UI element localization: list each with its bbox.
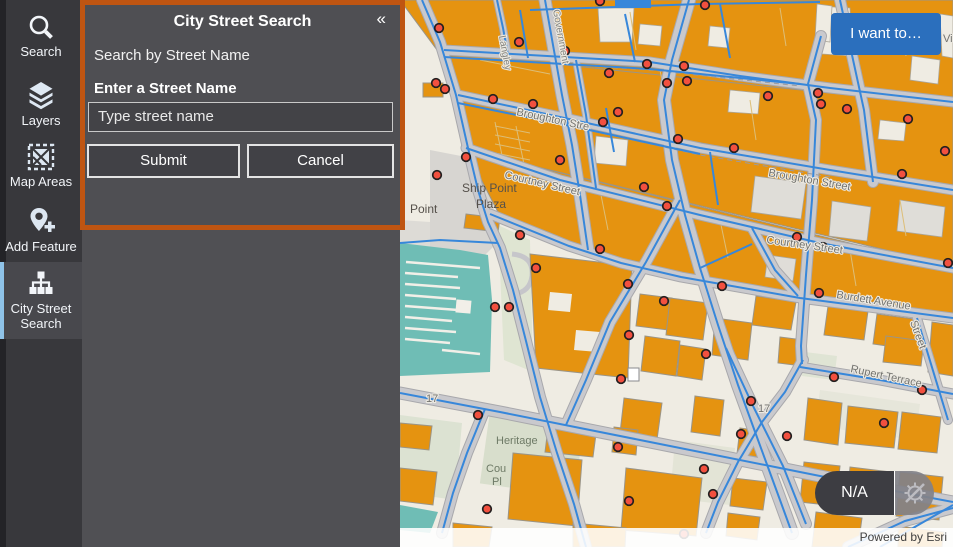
svg-text:17: 17 bbox=[426, 393, 438, 405]
svg-text:Cou: Cou bbox=[486, 463, 506, 475]
svg-text:Pl: Pl bbox=[492, 476, 502, 488]
svg-text:Ship Point: Ship Point bbox=[462, 181, 517, 195]
svg-text:17: 17 bbox=[758, 403, 770, 415]
svg-text:Heritage: Heritage bbox=[496, 435, 538, 447]
svg-text:Vi: Vi bbox=[943, 33, 953, 45]
svg-text:Point: Point bbox=[410, 202, 438, 216]
svg-text:Plaza: Plaza bbox=[476, 197, 506, 211]
